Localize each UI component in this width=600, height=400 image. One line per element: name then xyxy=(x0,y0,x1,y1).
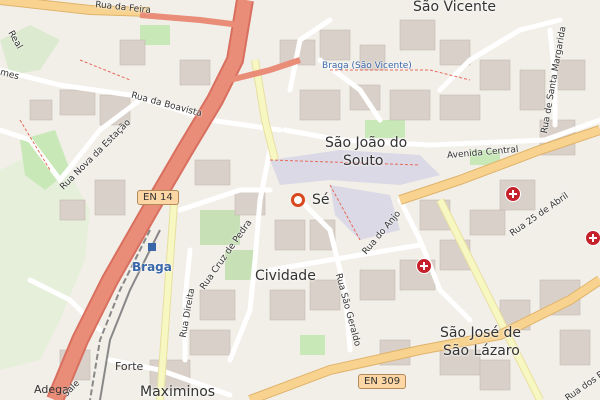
place-sao-joao-do-souto-line2: Souto xyxy=(343,153,384,169)
place-sao-vicente: São Vicente xyxy=(413,0,496,15)
street-braga-sao-vicente: Braga (São Vicente) xyxy=(322,61,412,71)
place-sao-jose-line2: São Lázaro xyxy=(443,343,520,359)
place-sao-joao-do-souto-line1: São João do xyxy=(325,135,408,151)
place-sao-jose-line1: São José de xyxy=(440,325,522,341)
road-shield-en14: EN 14 xyxy=(137,190,179,205)
place-maximinos: Maximinos xyxy=(140,384,216,400)
hospital-cross-icon[interactable] xyxy=(585,230,600,246)
train-station-label[interactable]: Braga xyxy=(132,260,172,274)
road-shield-en309: EN 309 xyxy=(358,374,407,389)
place-se: Sé xyxy=(312,192,330,208)
place-forte: Forte xyxy=(115,360,144,373)
map-canvas[interactable]: São Vicente São João do Souto Sé Cividad… xyxy=(0,0,600,400)
location-pin-icon[interactable] xyxy=(291,193,305,207)
hospital-cross-icon[interactable] xyxy=(505,186,521,202)
place-cividade: Cividade xyxy=(255,268,316,284)
train-station-icon xyxy=(148,243,156,251)
hospital-cross-icon[interactable] xyxy=(416,258,432,274)
